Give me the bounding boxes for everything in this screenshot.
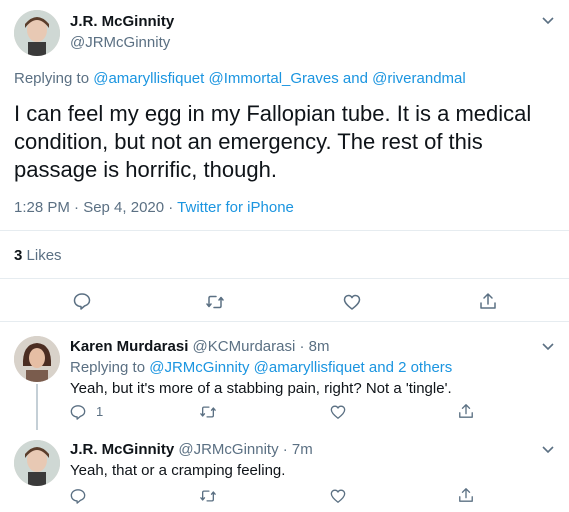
replying-user-link[interactable]: @riverandmal — [372, 70, 466, 87]
main-author-handle[interactable]: @JRMcGinnity — [70, 34, 170, 51]
share-icon[interactable] — [458, 487, 474, 503]
share-icon[interactable] — [458, 403, 474, 419]
like-icon[interactable] — [330, 488, 346, 504]
replying-and-label: and — [342, 70, 368, 87]
divider — [0, 321, 569, 322]
divider — [0, 230, 569, 231]
replying-user-link[interactable]: @Immortal_Graves — [208, 70, 338, 87]
reply-text: Yeah, that or a cramping feeling. — [70, 462, 286, 479]
likes-count-line[interactable]: 3 Likes — [14, 247, 62, 264]
likes-count: 3 — [14, 247, 23, 264]
reply-replying-to: Replying to @JRMcGinnity @amaryllisfique… — [70, 359, 452, 376]
reply-text: Yeah, but it's more of a stabbing pain, … — [70, 380, 452, 397]
tweet-timestamp-line: 1:28 PM · Sep 4, 2020 · Twitter for iPho… — [14, 199, 294, 216]
avatar-karen-murdarasi[interactable] — [14, 336, 60, 382]
like-icon[interactable] — [343, 293, 361, 311]
reply-icon[interactable] — [73, 292, 91, 310]
replying-user-link[interactable]: @amaryllisfiquet — [93, 70, 204, 87]
retweet-icon[interactable] — [200, 488, 216, 504]
divider — [0, 278, 569, 279]
chevron-down-icon[interactable] — [541, 339, 555, 353]
avatar-jr-mcginnity[interactable] — [14, 10, 60, 56]
replying-users-link[interactable]: @JRMcGinnity @amaryllisfiquet and 2 othe… — [149, 359, 452, 376]
tweet-time[interactable]: 1:28 PM · Sep 4, 2020 · — [14, 199, 177, 216]
retweet-icon[interactable] — [206, 293, 224, 311]
tweet-source[interactable]: Twitter for iPhone — [177, 199, 294, 216]
share-icon[interactable] — [479, 292, 497, 310]
likes-label: Likes — [26, 247, 62, 264]
reply-icon[interactable] — [70, 404, 86, 420]
main-tweet-text: I can feel my egg in my Fallopian tube. … — [14, 101, 532, 182]
retweet-icon[interactable] — [200, 404, 216, 420]
replying-to-label: Replying to — [14, 70, 90, 87]
reply-header: Karen Murdarasi @KCMurdarasi · 8m — [70, 338, 329, 355]
reply-author-name[interactable]: J.R. McGinnity — [70, 441, 174, 458]
replying-to-label: Replying to — [70, 359, 146, 376]
chevron-down-icon[interactable] — [541, 13, 555, 27]
main-author-name[interactable]: J.R. McGinnity — [70, 13, 174, 30]
chevron-down-icon[interactable] — [541, 442, 555, 456]
reply-icon[interactable] — [70, 488, 86, 504]
reply-count: 1 — [96, 404, 104, 419]
reply-author-name[interactable]: Karen Murdarasi — [70, 338, 188, 355]
thread-line — [36, 384, 38, 430]
like-icon[interactable] — [330, 404, 346, 420]
reply-author-handle-time[interactable]: @JRMcGinnity · 7m — [178, 441, 312, 458]
reply-header: J.R. McGinnity @JRMcGinnity · 7m — [70, 441, 313, 458]
avatar-jr-mcginnity[interactable] — [14, 440, 60, 486]
reply-author-handle-time[interactable]: @KCMurdarasi · 8m — [193, 338, 330, 355]
replying-to-line: Replying to @amaryllisfiquet @Immortal_G… — [14, 70, 466, 87]
